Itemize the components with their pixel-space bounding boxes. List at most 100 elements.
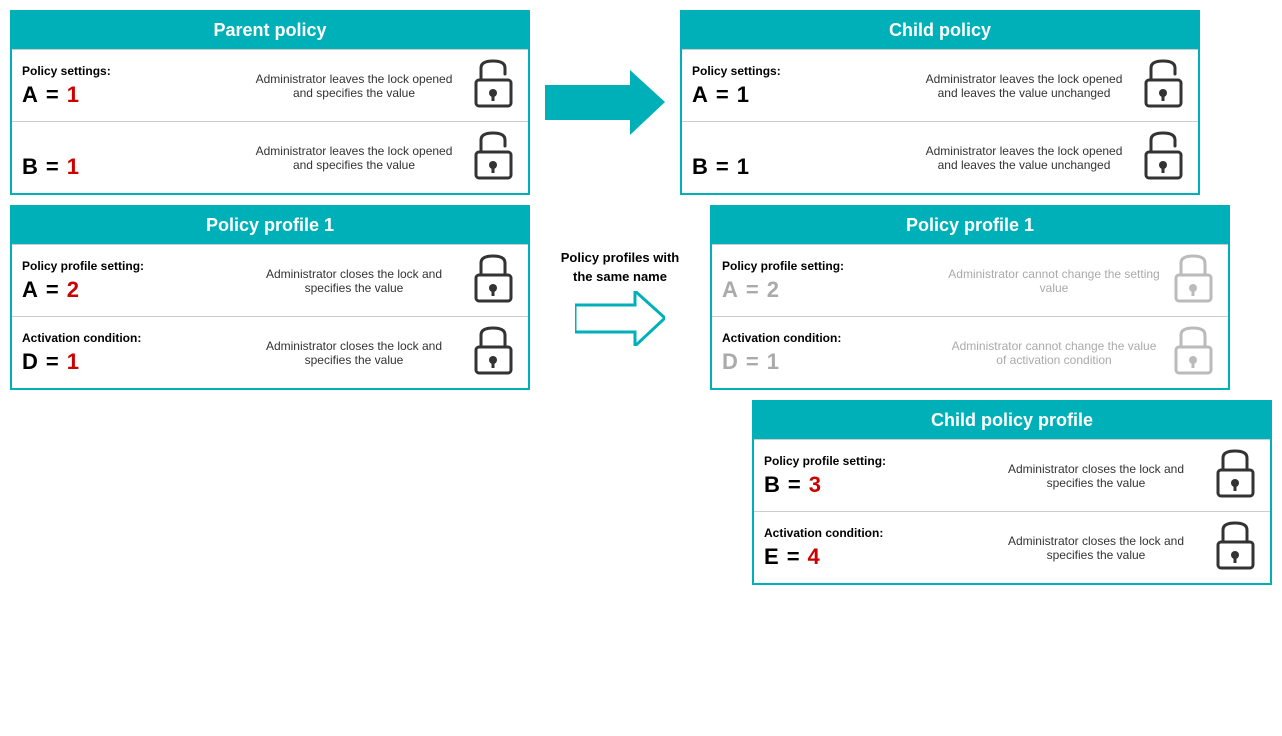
child-row1-lock [1138,58,1188,113]
profile1-child-row2-desc: Administrator cannot change the value of… [940,339,1168,367]
parent-row2-val: 1 [67,154,79,180]
profile1-parent-row2-lock [468,325,518,380]
child-profile-row1-val: 3 [809,472,821,498]
profile1-parent-box: Policy profile 1 Policy profile setting:… [10,205,530,390]
middle-row: Policy profile 1 Policy profile setting:… [10,205,1272,390]
diagram-container: Parent policy Policy settings: A = 1 Adm… [0,0,1282,736]
child-profile-row2-label: Activation condition: [764,526,982,540]
child-profile-row-1: Policy profile setting: B = 3 Administra… [754,439,1270,511]
parent-policy-box: Parent policy Policy settings: A = 1 Adm… [10,10,530,195]
profile1-child-row-1: Policy profile setting: A = 2 Administra… [712,244,1228,316]
profile1-parent-row1-eq: = [46,277,59,303]
child-profile-row1-var: B [764,472,780,498]
child-row1-desc: Administrator leaves the lock opened and… [910,72,1138,100]
child-row1-value: A = 1 [692,82,910,108]
child-row2-desc: Administrator leaves the lock opened and… [910,144,1138,172]
child-profile-row2-value: E = 4 [764,544,982,570]
profile1-parent-row1-var: A [22,277,38,303]
profile1-parent-row2-value: D = 1 [22,349,240,375]
profile1-child-box: Policy profile 1 Policy profile setting:… [710,205,1230,390]
parent-row1-lock [468,58,518,113]
child-profile-row1-content: Policy profile setting: B = 3 [764,454,982,498]
child-profile-row1-value: B = 3 [764,472,982,498]
profile1-child-row2-eq: = [746,349,759,375]
profile1-child-row2-var: D [722,349,738,375]
profile1-child-row1-value: A = 2 [722,277,940,303]
child-row2-content: x B = 1 [692,136,910,180]
child-profile-row1-eq: = [788,472,801,498]
parent-row2-var: B [22,154,38,180]
child-row1-val: 1 [737,82,749,108]
child-row2-value: B = 1 [692,154,910,180]
profile1-child-row1-var: A [722,277,738,303]
profile1-child-row1-lock [1168,253,1218,308]
profile1-parent-row1-val: 2 [67,277,79,303]
parent-policy-title: Parent policy [12,12,528,49]
child-row2-val: 1 [737,154,749,180]
profile1-parent-row2-label: Activation condition: [22,331,240,345]
child-policy-row-1: Policy settings: A = 1 Administrator lea… [682,49,1198,121]
middle-label: Policy profiles withthe same name [561,249,679,285]
child-policy-title: Child policy [682,12,1198,49]
profile1-child-row1-eq: = [746,277,759,303]
profile1-parent-row2-var: D [22,349,38,375]
child-row1-var: A [692,82,708,108]
profile1-parent-row1-desc: Administrator closes the lock and specif… [240,267,468,295]
parent-row1-value: A = 1 [22,82,240,108]
profile1-parent-row2-content: Activation condition: D = 1 [22,331,240,375]
profile1-parent-row-1: Policy profile setting: A = 2 Administra… [12,244,528,316]
profile1-parent-row1-value: A = 2 [22,277,240,303]
top-arrow [540,68,670,138]
middle-arrow [575,291,665,346]
child-profile-row2-eq: = [787,544,800,570]
profile1-child-row2-content: Activation condition: D = 1 [722,331,940,375]
child-profile-row2-desc: Administrator closes the lock and specif… [982,534,1210,562]
child-profile-row1-label: Policy profile setting: [764,454,982,468]
parent-row1-eq: = [46,82,59,108]
profile1-parent-title: Policy profile 1 [12,207,528,244]
parent-policy-row-1: Policy settings: A = 1 Administrator lea… [12,49,528,121]
parent-row1-desc: Administrator leaves the lock opened and… [240,72,468,100]
middle-section: Policy profiles withthe same name [530,249,710,345]
child-profile-row-2: Activation condition: E = 4 Administrato… [754,511,1270,583]
child-row1-content: Policy settings: A = 1 [692,64,910,108]
parent-policy-row-2: x B = 1 Administrator leaves the lock op… [12,121,528,193]
profile1-parent-row-2: Activation condition: D = 1 Administrato… [12,316,528,388]
parent-row2-value: B = 1 [22,154,240,180]
parent-row1-val: 1 [67,82,79,108]
child-policy-profile-title: Child policy profile [754,402,1270,439]
child-row2-var: B [692,154,708,180]
profile1-child-row-2: Activation condition: D = 1 Administrato… [712,316,1228,388]
child-profile-row1-lock [1210,448,1260,503]
profile1-child-row2-label: Activation condition: [722,331,940,345]
profile1-parent-row2-eq: = [46,349,59,375]
profile1-child-row1-label: Policy profile setting: [722,259,940,273]
profile1-parent-row2-desc: Administrator closes the lock and specif… [240,339,468,367]
child-policy-profile-box: Child policy profile Policy profile sett… [752,400,1272,585]
profile1-parent-row1-label: Policy profile setting: [22,259,240,273]
parent-row2-content: x B = 1 [22,136,240,180]
child-policy-box: Child policy Policy settings: A = 1 Admi… [680,10,1200,195]
child-profile-row2-lock [1210,520,1260,575]
child-row1-label: Policy settings: [692,64,910,78]
profile1-child-row2-value: D = 1 [722,349,940,375]
parent-row2-lock [468,130,518,185]
profile1-child-row1-content: Policy profile setting: A = 2 [722,259,940,303]
profile1-child-title: Policy profile 1 [712,207,1228,244]
child-profile-row2-var: E [764,544,779,570]
child-row2-lock [1138,130,1188,185]
parent-row1-label: Policy settings: [22,64,240,78]
parent-row1-var: A [22,82,38,108]
child-profile-row2-val: 4 [808,544,820,570]
profile1-parent-row1-content: Policy profile setting: A = 2 [22,259,240,303]
profile1-child-row1-desc: Administrator cannot change the setting … [940,267,1168,295]
child-profile-row1-desc: Administrator closes the lock and specif… [982,462,1210,490]
profile1-parent-row2-val: 1 [67,349,79,375]
profile1-child-row2-lock [1168,325,1218,380]
child-policy-row-2: x B = 1 Administrator leaves the lock op… [682,121,1198,193]
profile1-child-row2-val: 1 [767,349,779,375]
profile1-child-row1-val: 2 [767,277,779,303]
top-row: Parent policy Policy settings: A = 1 Adm… [10,10,1272,195]
parent-row2-desc: Administrator leaves the lock opened and… [240,144,468,172]
child-profile-row2-content: Activation condition: E = 4 [764,526,982,570]
